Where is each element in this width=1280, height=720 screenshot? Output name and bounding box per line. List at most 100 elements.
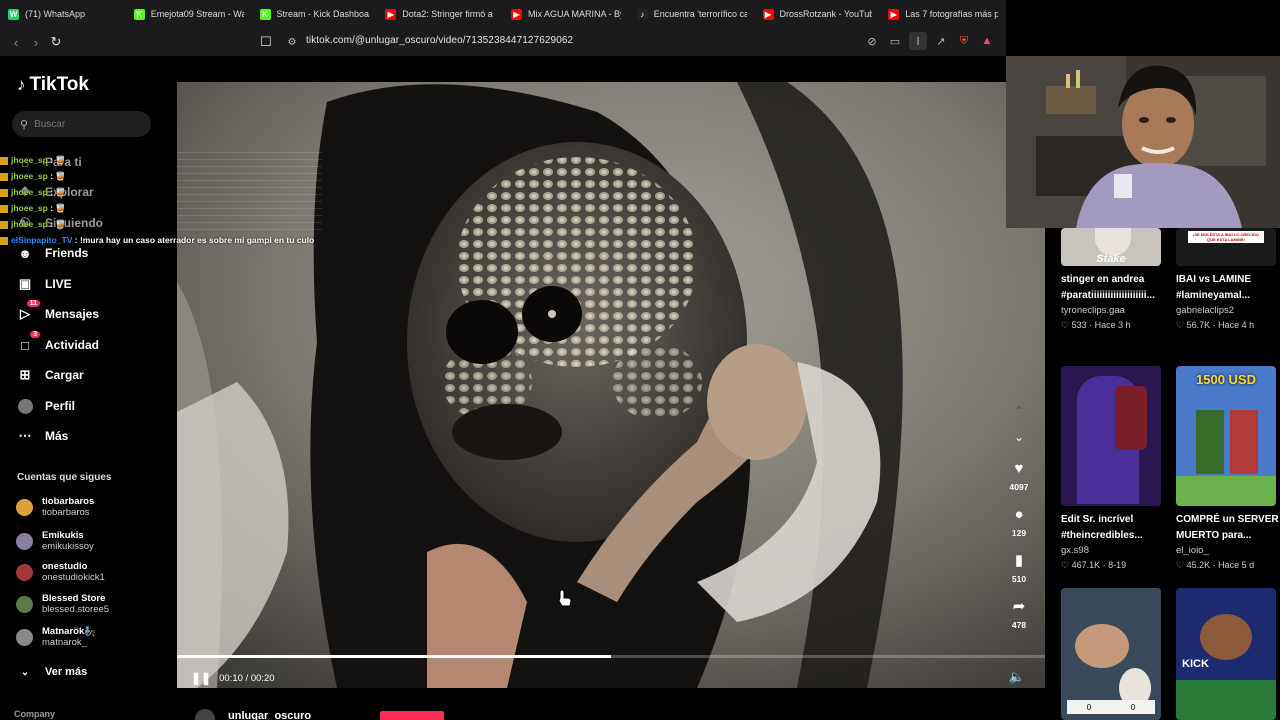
thumb-caption: ¡SE MOLESTA A IBAI LO CRECIDO QUE ESTA L… xyxy=(1188,231,1264,243)
tab-favicon-icon: ♪ xyxy=(636,8,648,20)
comment-button[interactable]: ● 129 xyxy=(1005,506,1033,538)
chat-text: : 🥃 xyxy=(47,203,66,213)
related-video-card[interactable]: ¡SE MOLESTA A IBAI LO CRECIDO QUE ESTA L… xyxy=(1176,228,1280,332)
followed-account[interactable]: Matnarök🧞 matnarok_ xyxy=(16,626,96,648)
chat-message: jhoee_sp : 🥃 xyxy=(0,152,330,168)
related-video-card[interactable]: 1500 USD COMPRÉ un SERVER MUERTO para... e… xyxy=(1176,366,1280,572)
video-thumbnail xyxy=(1061,366,1161,506)
video-likes: 467.1K xyxy=(1071,560,1101,570)
browser-tab[interactable]: ▶ Mix AGUA MARINA - By: D xyxy=(503,0,629,28)
separator: · xyxy=(1210,560,1219,570)
search-placeholder: Buscar xyxy=(34,118,66,130)
video-age: Hace 3 h xyxy=(1094,320,1131,330)
brave-rewards-icon[interactable]: ▲ xyxy=(978,32,996,50)
upload-icon: ⊞ xyxy=(19,367,31,382)
tiktok-logo[interactable]: ♪ TikTok xyxy=(17,74,89,96)
thumb-usd-text: 1500 USD xyxy=(1196,372,1256,387)
account-name: tiobarbaros xyxy=(42,496,95,507)
share-icon[interactable]: ↗ xyxy=(932,32,950,50)
reload-button[interactable]: ↻ xyxy=(46,32,66,52)
followed-account[interactable]: onestudio onestudiokick1 xyxy=(16,561,105,583)
tab-title: (71) WhatsApp xyxy=(25,9,86,19)
bookmark-icon[interactable]: ☐ xyxy=(256,32,276,52)
browser-tab[interactable]: ▶ DrossRotzank - YouTube xyxy=(755,0,881,28)
tab-favicon-icon: W xyxy=(8,8,19,20)
video-thumbnail: KICK xyxy=(1176,588,1276,720)
address-bar-url[interactable]: tiktok.com/@unlugar_oscuro/video/7135238… xyxy=(306,35,573,46)
like-button[interactable]: ♥ 4097 xyxy=(1005,460,1033,492)
follow-button[interactable] xyxy=(380,711,444,720)
video-title: IBAI vs LAMINE #lamineyamal... xyxy=(1176,274,1252,301)
count-b: 0 xyxy=(1130,702,1136,712)
pause-icon[interactable]: ❚❚ xyxy=(191,671,211,685)
muted-icon[interactable]: ⊘ xyxy=(863,32,881,50)
related-video-card[interactable]: KICK xyxy=(1176,588,1280,720)
chat-badge-icon xyxy=(0,188,8,197)
account-name: Emikukis xyxy=(42,530,84,541)
chat-badge-icon xyxy=(0,172,8,181)
author-avatar[interactable] xyxy=(195,709,215,720)
nav-live[interactable]: ▣ LIVE xyxy=(17,276,72,292)
chat-username: jhoee_sp xyxy=(11,203,48,213)
video-author: gabrielaclips2 xyxy=(1176,305,1235,316)
tab-favicon-icon: ▶ xyxy=(762,8,774,20)
see-more-button[interactable]: ⌄ Ver más xyxy=(17,664,87,680)
browser-tab[interactable]: ▶ Las 7 fotografías más per xyxy=(880,0,1006,28)
account-avatar xyxy=(16,595,33,613)
search-icon: ⚲ xyxy=(20,118,29,131)
search-input[interactable]: ⚲ Buscar xyxy=(12,111,151,137)
account-username: blessed.storee5 xyxy=(42,604,110,615)
chat-message: jhoee_sp : 🥃 xyxy=(0,168,330,184)
tab-favicon-icon: K xyxy=(259,8,271,20)
author-username[interactable]: unlugar_oscuro xyxy=(228,710,311,720)
nav-mas[interactable]: ⋯ Más xyxy=(17,428,69,444)
share-count: 478 xyxy=(1011,620,1027,630)
nav-perfil[interactable]: Perfil xyxy=(17,398,75,414)
count-a: 0 xyxy=(1086,702,1092,712)
thumb-figure xyxy=(1200,614,1252,660)
time-separator: / xyxy=(242,672,251,684)
browser-tab[interactable]: K Stream - Kick Dashboard xyxy=(252,0,378,28)
forward-button[interactable]: › xyxy=(26,32,46,52)
chat-text: : 🥃 xyxy=(47,219,66,229)
comment-icon: ● xyxy=(1014,506,1024,523)
stream-chat-overlay: jhoee_sp : 🥃 jhoee_sp : 🥃 jhoee_sp : 🥃 jhoe… xyxy=(0,152,330,248)
site-info-icon[interactable]: ⚙ xyxy=(282,32,302,52)
browser-tab[interactable]: ♪ Encuentra 'terrorífico caso xyxy=(629,0,755,28)
next-video-button[interactable]: ⌄ xyxy=(1005,428,1033,446)
related-video-card[interactable]: Edit Sr. incrível #theincredibles... gx.s… xyxy=(1061,366,1165,572)
translate-icon[interactable]: ا xyxy=(909,32,927,50)
chat-username: jhoee_sp xyxy=(11,171,48,181)
account-name: Matnarök🧞 xyxy=(42,626,97,637)
footer-company-link[interactable]: Company xyxy=(14,709,55,719)
thumb-count: 00 xyxy=(1067,700,1155,714)
browser-tab[interactable]: ▶ Dota2: Stringer firmó a la xyxy=(377,0,503,28)
followed-account[interactable]: Emikukis emikukissoy xyxy=(16,530,94,552)
nav-actividad[interactable]: □ 3 Actividad xyxy=(17,331,99,353)
thumb-figure xyxy=(1075,624,1129,668)
save-button[interactable]: ▮ 510 xyxy=(1005,552,1033,584)
video-meta: ♡ 533 · Hace 3 h xyxy=(1061,318,1165,332)
share-button[interactable]: ➦ 478 xyxy=(1005,598,1033,630)
chat-text: : 🥃 xyxy=(47,171,66,181)
related-video-card[interactable]: Stake stinger en andrea #paratiiiiiiiiiii… xyxy=(1061,228,1165,332)
brave-shield-icon[interactable]: ⛨ xyxy=(955,32,973,50)
screen-icon[interactable]: ▭ xyxy=(886,32,904,50)
messages-icon: ▷ 11 xyxy=(17,300,40,322)
browser-tab-strip: W(71) WhatsAppKEmejota09 Stream - WatchK… xyxy=(0,0,1006,28)
followed-account[interactable]: Blessed Store blessed.storee5 xyxy=(16,593,109,615)
volume-icon[interactable]: 🔈 xyxy=(1009,669,1025,685)
browser-tab[interactable]: K Emejota09 Stream - Watch xyxy=(126,0,252,28)
thumb-figure xyxy=(1115,386,1147,450)
related-video-card[interactable]: 00 xyxy=(1061,588,1165,720)
video-thumbnail: Stake xyxy=(1061,228,1161,266)
browser-tab[interactable]: W (71) WhatsApp xyxy=(0,0,126,28)
chat-badge-icon xyxy=(0,220,8,229)
nav-mensajes[interactable]: ▷ 11 Mensajes xyxy=(17,300,99,322)
chevron-up-icon: ⌃ xyxy=(1013,404,1025,418)
back-button[interactable]: ‹ xyxy=(6,32,26,52)
prev-video-button[interactable]: ⌃ xyxy=(1005,402,1033,420)
nav-cargar[interactable]: ⊞ Cargar xyxy=(17,367,84,383)
followed-account[interactable]: tiobarbaros tiobarbaros xyxy=(16,496,94,518)
video-progress-bar[interactable] xyxy=(177,655,1045,658)
